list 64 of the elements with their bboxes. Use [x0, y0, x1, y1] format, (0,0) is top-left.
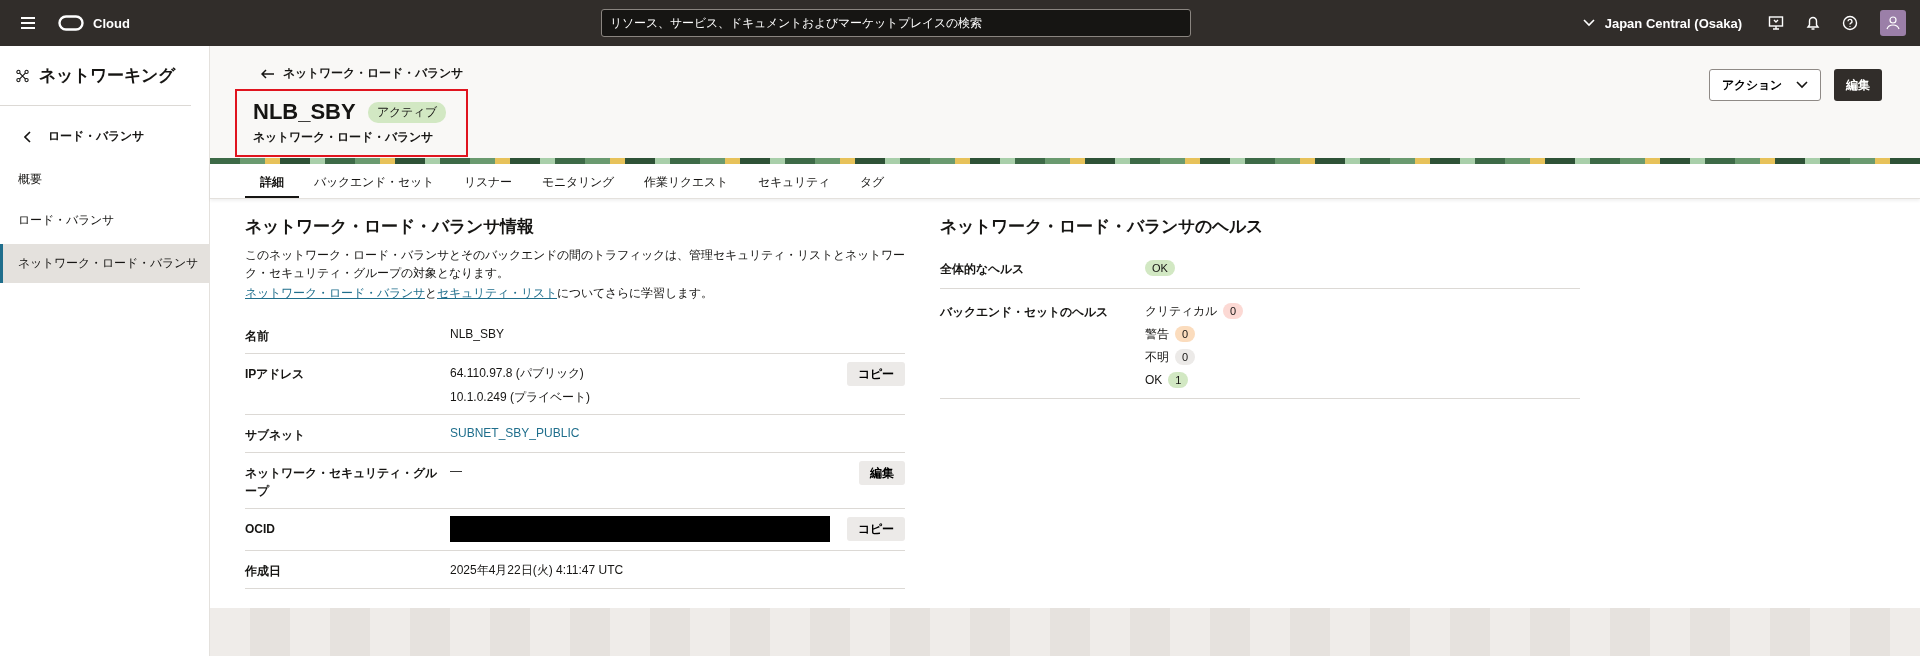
sidebar-title: ネットワーキング — [39, 65, 175, 87]
search-field[interactable]: リソース、サービス、ドキュメントおよびマーケットプレイスの検索 — [600, 9, 1191, 37]
field-label: 作成日 — [245, 563, 282, 580]
count-badge: 0 — [1175, 349, 1196, 365]
help-icon[interactable] — [1842, 15, 1858, 31]
breadcrumb-link[interactable]: ネットワーク・ロード・バランサ — [261, 66, 468, 81]
field-value: — — [450, 464, 463, 478]
count-badge: 0 — [1175, 326, 1196, 342]
status-badge: アクティブ — [367, 101, 446, 123]
field-label: 名前 — [245, 328, 270, 345]
subnet-link[interactable]: SUBNET_SBY_PUBLIC — [450, 426, 905, 440]
health-status-label: クリティカル — [1145, 303, 1217, 320]
network-icon — [16, 67, 29, 84]
brand-name[interactable]: Cloud — [93, 15, 130, 31]
chevron-down-icon — [1582, 19, 1595, 27]
field-value: 64.110.97.8 (パブリック) — [450, 365, 585, 382]
resource-type: ネットワーク・ロード・バランサ — [253, 129, 434, 146]
docs-link[interactable]: セキュリティ・リスト — [437, 286, 557, 300]
monitor-icon[interactable] — [1768, 15, 1784, 31]
tab[interactable]: バックエンド・セット — [299, 164, 449, 198]
sidebar-item[interactable]: 概要 — [0, 162, 209, 197]
section-heading: ネットワーク・ロード・バランサ情報 — [245, 216, 535, 238]
logo-icon — [58, 15, 84, 31]
field-label: バックエンド・セットのヘルス — [940, 304, 1109, 321]
tab[interactable]: モニタリング — [527, 164, 629, 198]
field-value: 10.1.0.249 (プライベート) — [450, 389, 592, 406]
field-label: 全体的なヘルス — [940, 261, 1025, 278]
field-label: OCID — [245, 521, 276, 538]
actions-dropdown[interactable]: アクション — [1709, 69, 1821, 101]
avatar-icon[interactable] — [1880, 10, 1906, 36]
sidebar-item[interactable]: ロード・バランサ — [0, 203, 209, 238]
field-value: 2025年4月22日(火) 4:11:47 UTC — [450, 562, 625, 579]
arrow-left-icon — [261, 68, 275, 79]
row-button[interactable]: コピー — [847, 517, 905, 541]
count-badge: 0 — [1223, 303, 1244, 319]
chevron-down-icon — [1796, 81, 1808, 89]
docs-link[interactable]: ネットワーク・ロード・バランサ — [245, 286, 425, 300]
field-label: サブネット — [245, 427, 306, 444]
health-status-label: 不明 — [1145, 349, 1169, 366]
section-heading: ネットワーク・ロード・バランサのヘルス — [940, 216, 1264, 238]
health-status-label: 警告 — [1145, 326, 1169, 343]
chevron-left-icon — [24, 130, 32, 143]
tab[interactable]: 詳細 — [245, 164, 299, 198]
field-label: IPアドレス — [245, 366, 306, 383]
resource-name: NLB_SBY — [253, 99, 356, 125]
menu-icon[interactable] — [20, 16, 36, 30]
tab[interactable]: 作業リクエスト — [629, 164, 743, 198]
description-text: このネットワーク・ロード・バランサとそのバックエンドの間のトラフィックは、管理セキュリティ・リストとネットワーク・セキュリティ・グループの対象となります。 — [245, 247, 905, 282]
learn-more-text: ネットワーク・ロード・バランサと セキュリティ・リスト についてさらに学習します。 — [245, 285, 714, 302]
tab[interactable]: リスナー — [449, 164, 527, 198]
region-selector[interactable]: Japan Central (Osaka) — [1582, 15, 1742, 31]
count-badge: 1 — [1168, 372, 1189, 388]
back-link[interactable]: ロード・バランサ — [0, 106, 209, 159]
tab[interactable]: タグ — [845, 164, 899, 198]
health-badge: OK — [1145, 260, 1175, 276]
tab[interactable]: セキュリティ — [743, 164, 845, 198]
bell-icon[interactable] — [1806, 15, 1820, 31]
health-status-label: OK — [1145, 373, 1163, 387]
field-value: NLB_SBY — [450, 327, 506, 341]
row-button[interactable]: 編集 — [859, 461, 905, 485]
edit-button[interactable]: 編集 — [1834, 69, 1882, 101]
row-button[interactable]: コピー — [847, 362, 905, 386]
sidebar-item[interactable]: ネットワーク・ロード・バランサ — [0, 244, 209, 283]
field-label: ネットワーク・セキュリティ・グループ — [245, 465, 438, 500]
